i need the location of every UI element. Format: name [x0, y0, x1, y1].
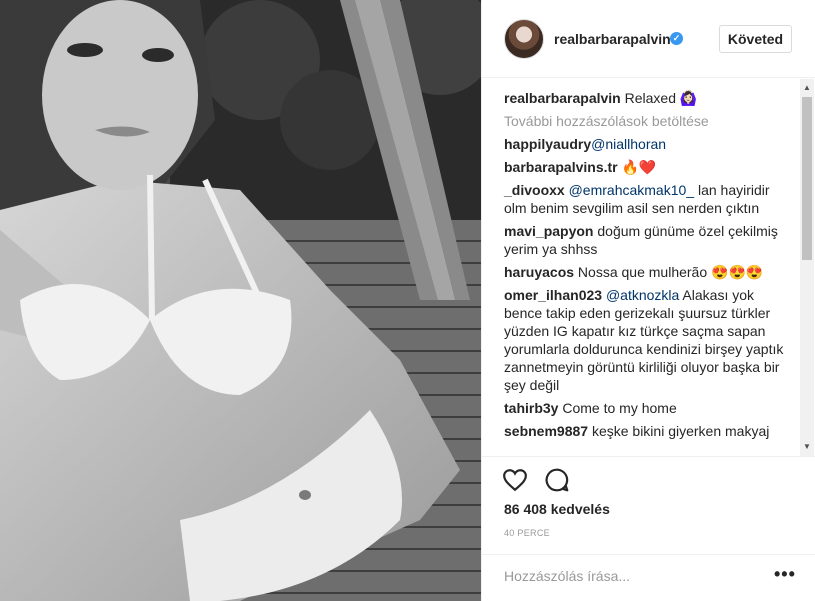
comment-icon[interactable] [544, 467, 570, 493]
comment-row: mavi_papyon doğum günüme özel çekilmiş y… [504, 222, 789, 258]
post-header: realbarbarapalvin ✓ Követed [482, 0, 815, 78]
caption-text: Relaxed 🙆🏻‍♀️ [620, 90, 698, 106]
comment-text: Nossa que mulherão 😍😍😍 [574, 264, 764, 280]
comment-username[interactable]: happilyaudry [504, 136, 591, 152]
caption: realbarbarapalvin Relaxed 🙆🏻‍♀️ [504, 89, 789, 107]
load-more-comments-link[interactable]: További hozzászólások betöltése [504, 112, 789, 130]
heart-icon[interactable] [502, 467, 528, 493]
comment-mention-link[interactable]: @atknozkla [606, 287, 679, 303]
following-button[interactable]: Követed [719, 25, 792, 53]
post-photo-image [0, 0, 481, 601]
comment-row: haruyacos Nossa que mulherão 😍😍😍 [504, 263, 789, 281]
comment-username[interactable]: omer_ilhan023 [504, 287, 602, 303]
comment-row: omer_ilhan023 @atknozkla Alakası yok ben… [504, 286, 789, 394]
scroll-thumb[interactable] [802, 97, 812, 260]
verified-badge-icon: ✓ [670, 32, 683, 45]
comment-username[interactable]: _divooxx [504, 182, 565, 198]
post-timestamp[interactable]: 40 PERCE [504, 528, 550, 538]
comment-username[interactable]: mavi_papyon [504, 223, 593, 239]
post-actions: 86 408 kedvelés 40 PERCE [482, 456, 815, 554]
like-count[interactable]: 86 408 kedvelés [504, 501, 610, 517]
comment-mention-link[interactable]: @niallhoran [591, 136, 666, 152]
comment-text: keşke bikini giyerken makyaj [588, 423, 770, 439]
comment-username[interactable]: haruyacos [504, 264, 574, 280]
post-side-panel: realbarbarapalvin ✓ Követed realbarbarap… [481, 0, 815, 601]
comment-username[interactable]: tahirb3y [504, 400, 558, 416]
comment-mention-link[interactable]: @emrahcakmak10_ [569, 182, 695, 198]
caption-username[interactable]: realbarbarapalvin [504, 90, 621, 106]
comment-row: sebnem9887 keşke bikini giyerken makyaj [504, 422, 789, 440]
scroll-down-arrow-icon[interactable]: ▼ [800, 440, 814, 454]
comments-content: realbarbarapalvin Relaxed 🙆🏻‍♀️ További … [504, 89, 789, 445]
comments-list[interactable]: realbarbarapalvin Relaxed 🙆🏻‍♀️ További … [482, 79, 815, 456]
more-options-button[interactable]: ••• [774, 565, 796, 583]
scroll-up-arrow-icon[interactable]: ▲ [800, 81, 814, 95]
comment-row: barbarapalvins.tr 🔥❤️ [504, 158, 789, 176]
comment-row: tahirb3y Come to my home [504, 399, 789, 417]
add-comment-section: ••• [482, 554, 815, 601]
comment-username[interactable]: barbarapalvins.tr [504, 159, 618, 175]
comment-text: Come to my home [558, 400, 677, 416]
comment-row: happilyaudry@niallhoran [504, 135, 789, 153]
comment-username[interactable]: sebnem9887 [504, 423, 588, 439]
comment-row: _divooxx @emrahcakmak10_ lan hayiridir o… [504, 181, 789, 217]
comments-scrollbar[interactable]: ▲ ▼ [800, 79, 814, 456]
post-author-username[interactable]: realbarbarapalvin [554, 31, 671, 47]
post-photo[interactable] [0, 0, 481, 601]
comment-input[interactable] [504, 565, 754, 587]
comment-text: 🔥❤️ [617, 159, 657, 175]
avatar[interactable] [504, 19, 544, 59]
